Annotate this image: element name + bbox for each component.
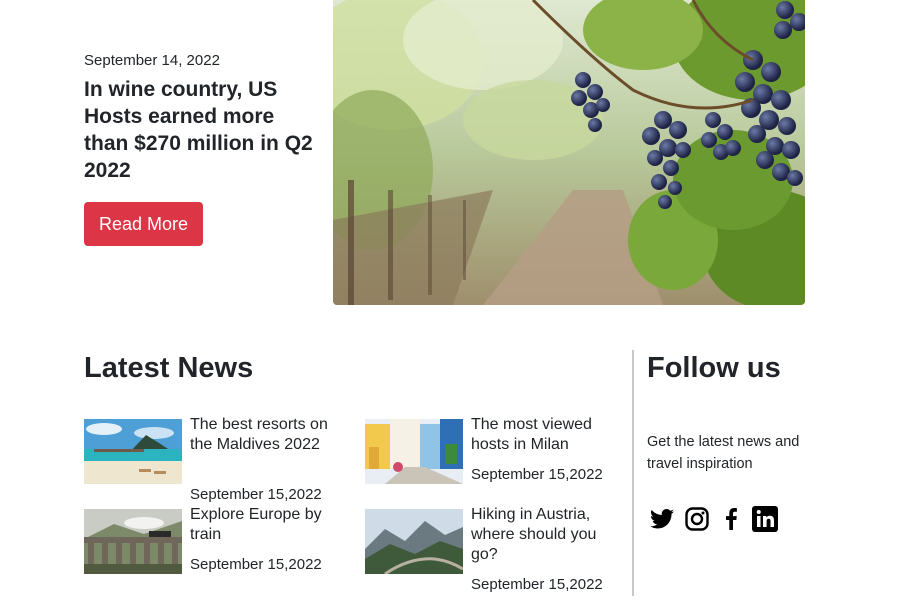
colorful-street-image [365,419,463,484]
hero-date: September 14, 2022 [84,52,220,69]
news-date: September 15,2022 [190,486,322,503]
news-date: September 15,2022 [471,466,603,483]
twitter-icon[interactable] [649,506,675,532]
follow-us-text: Get the latest news and travel inspirati… [647,434,800,472]
viaduct-train-image [84,509,182,574]
news-date: September 15,2022 [471,576,603,593]
maldives-beach-image [84,419,182,484]
hero-image-vineyard [333,0,805,305]
instagram-icon[interactable] [684,506,710,532]
news-item-train[interactable]: Explore Europe by train September 15,202… [84,506,334,599]
news-item-milan[interactable]: The most viewed hosts in Milan September… [365,416,615,509]
news-item-maldives[interactable]: The best resorts on the Maldives 2022 Se… [84,416,334,509]
news-date: September 15,2022 [190,556,322,573]
hero-text: September 14, 2022 In wine country, US H… [84,52,314,184]
news-headline[interactable]: The best resorts on the Maldives 2022 [190,415,338,455]
mountain-valley-image [365,509,463,574]
linkedin-icon[interactable] [752,506,778,532]
follow-us-title: Follow us [647,352,781,384]
section-divider [632,350,634,596]
latest-news-title: Latest News [84,352,254,384]
news-headline[interactable]: The most viewed hosts in Milan [471,415,619,455]
facebook-icon[interactable] [718,506,744,532]
news-item-austria[interactable]: Hiking in Austria, where should you go? … [365,506,615,599]
hero-title: In wine country, US Hosts earned more th… [84,78,313,182]
read-more-button[interactable]: Read More [84,202,203,246]
news-headline[interactable]: Explore Europe by train [190,505,338,545]
news-headline[interactable]: Hiking in Austria, where should you go? [471,505,619,565]
